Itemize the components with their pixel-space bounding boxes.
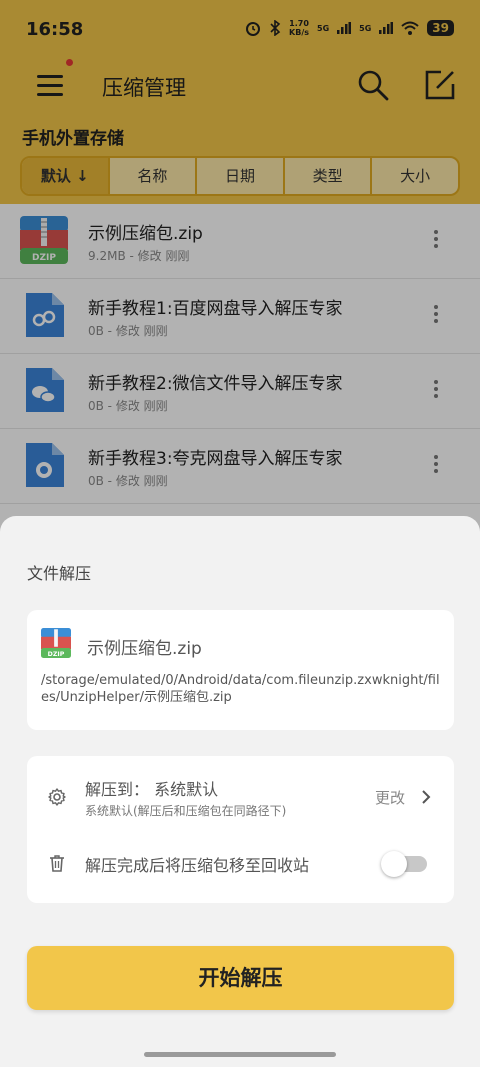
extract-bottom-sheet: 文件解压 DZIP 示例压缩包.zip /storage/emulated/0/… xyxy=(0,516,480,1067)
archive-name: 示例压缩包.zip xyxy=(87,639,202,659)
recycle-toggle[interactable] xyxy=(381,851,427,877)
gear-icon xyxy=(48,788,66,806)
sheet-title: 文件解压 xyxy=(27,564,92,583)
start-extract-button[interactable]: 开始解压 xyxy=(27,946,454,1010)
extract-options-card: 解压到： 系统默认 系统默认(解压后和压缩包在同路径下) 更改 解压完成后将压缩… xyxy=(27,756,454,903)
extract-to-sub: 系统默认(解压后和压缩包在同路径下) xyxy=(85,804,287,818)
toggle-knob xyxy=(381,851,407,877)
trash-icon xyxy=(50,855,64,872)
change-button[interactable]: 更改 xyxy=(375,787,405,808)
dzip-icon: DZIP xyxy=(41,628,71,658)
recycle-after-extract-label: 解压完成后将压缩包移至回收站 xyxy=(85,856,310,875)
home-indicator[interactable] xyxy=(144,1052,336,1057)
chevron-right-icon[interactable] xyxy=(421,789,431,805)
file-info-card: DZIP 示例压缩包.zip /storage/emulated/0/Andro… xyxy=(27,610,454,730)
svg-text:DZIP: DZIP xyxy=(48,651,65,658)
archive-path: /storage/emulated/0/Android/data/com.fil… xyxy=(41,673,440,705)
extract-to-label: 解压到： 系统默认 xyxy=(85,780,219,799)
